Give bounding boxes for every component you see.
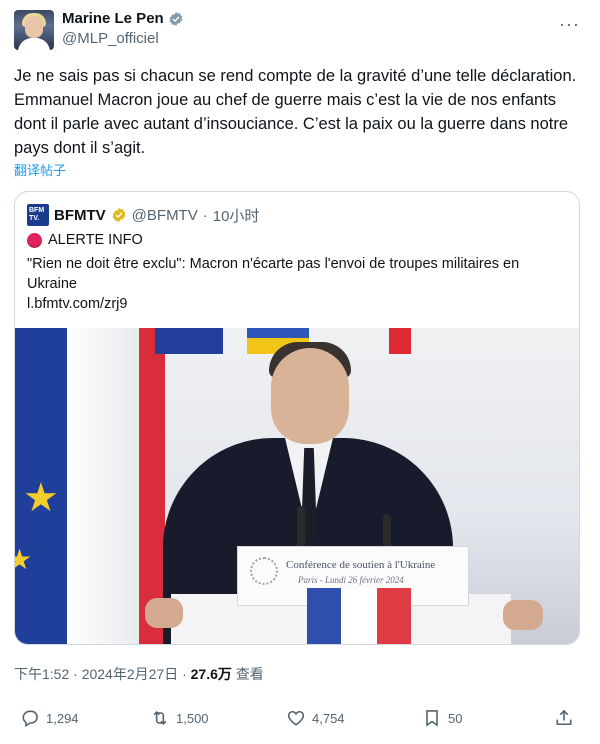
sign-subtitle: Paris - Lundi 26 février 2024 bbox=[298, 575, 404, 585]
speaker-head bbox=[271, 348, 349, 444]
ukraine-flag-blue bbox=[247, 328, 309, 338]
eu-flag-small bbox=[155, 328, 223, 354]
retweet-icon bbox=[153, 711, 167, 725]
podium-flag-red bbox=[377, 588, 411, 644]
tweet-header: Marine Le Pen @MLP_officiel ··· bbox=[14, 8, 586, 52]
podium-flag-white bbox=[341, 588, 377, 644]
speaker-hand-right bbox=[503, 600, 543, 630]
sign-title: Conférence de soutien à l'Ukraine bbox=[286, 559, 436, 571]
translate-link[interactable]: 翻译帖子 bbox=[14, 160, 66, 179]
action-bar: 1,294 1,500 4,754 50 bbox=[14, 708, 586, 738]
handle[interactable]: @MLP_officiel bbox=[62, 30, 159, 47]
quote-header: BFM TV. BFMTV @BFMTV · 10小时 bbox=[27, 204, 259, 226]
podium-flag-blue bbox=[307, 588, 341, 644]
avatar[interactable] bbox=[14, 10, 54, 50]
emblem-icon bbox=[250, 557, 278, 585]
bookmark-button[interactable]: 50 bbox=[422, 708, 462, 728]
reply-icon bbox=[22, 710, 38, 728]
bookmark-icon bbox=[426, 710, 438, 727]
tweet-text: Je ne sais pas si chacun se rend compte … bbox=[14, 67, 577, 157]
quote-link[interactable]: l.bfmtv.com/zrj9 bbox=[27, 294, 567, 314]
french-flag-white bbox=[67, 328, 139, 644]
avatar-face bbox=[25, 16, 43, 38]
quote-separator: · bbox=[202, 206, 208, 224]
bfmtv-logo: BFM TV. bbox=[27, 204, 49, 226]
views-label: 查看 bbox=[231, 666, 264, 682]
alert-label: ALERTE INFO bbox=[48, 232, 143, 248]
heart-icon bbox=[287, 710, 305, 726]
quote-author-handle[interactable]: @BFMTV bbox=[132, 207, 198, 224]
like-button[interactable]: 4,754 bbox=[286, 708, 345, 728]
bookmark-count: 50 bbox=[448, 710, 463, 726]
red-flag-small bbox=[389, 328, 411, 354]
eu-star-icon: ★ bbox=[23, 476, 59, 520]
avatar-body bbox=[18, 38, 50, 50]
quote-body: "Rien ne doit être exclu": Macron n'écar… bbox=[27, 254, 567, 314]
gold-verified-badge-icon[interactable] bbox=[111, 207, 127, 223]
more-options-icon[interactable]: ··· bbox=[559, 14, 580, 35]
tweet-timestamp: 下午1:52 · 2024年2月27日 · 27.6万 查看 bbox=[14, 664, 264, 684]
red-circle-icon bbox=[27, 232, 42, 248]
share-button[interactable] bbox=[554, 708, 574, 728]
reply-button[interactable]: 1,294 bbox=[20, 708, 79, 728]
quote-author-name[interactable]: BFMTV bbox=[54, 207, 106, 224]
reply-count: 1,294 bbox=[46, 710, 79, 726]
eu-star-icon: ★ bbox=[15, 540, 32, 580]
retweet-count: 1,500 bbox=[176, 710, 209, 726]
view-count: 27.6万 bbox=[190, 666, 232, 682]
post-time[interactable]: 下午1:52 · 2024年2月27日 · bbox=[14, 666, 191, 682]
quote-time[interactable]: 10小时 bbox=[213, 205, 260, 226]
name-row: Marine Le Pen bbox=[62, 10, 184, 27]
alert-line: ALERTE INFO bbox=[27, 232, 143, 248]
like-count: 4,754 bbox=[312, 710, 345, 726]
display-name[interactable]: Marine Le Pen bbox=[62, 10, 164, 27]
verified-badge-icon[interactable] bbox=[168, 11, 184, 27]
retweet-button[interactable]: 1,500 bbox=[150, 708, 209, 728]
quoted-tweet[interactable]: BFM TV. BFMTV @BFMTV · 10小时 ALERTE INFO … bbox=[14, 191, 580, 645]
share-icon bbox=[556, 709, 572, 726]
quote-text: "Rien ne doit être exclu": Macron n'écar… bbox=[27, 256, 520, 292]
speaker-hand-left bbox=[145, 598, 183, 628]
quote-photo[interactable]: ★ ★ Conférence de soutien à l'Ukraine Pa… bbox=[15, 328, 579, 644]
